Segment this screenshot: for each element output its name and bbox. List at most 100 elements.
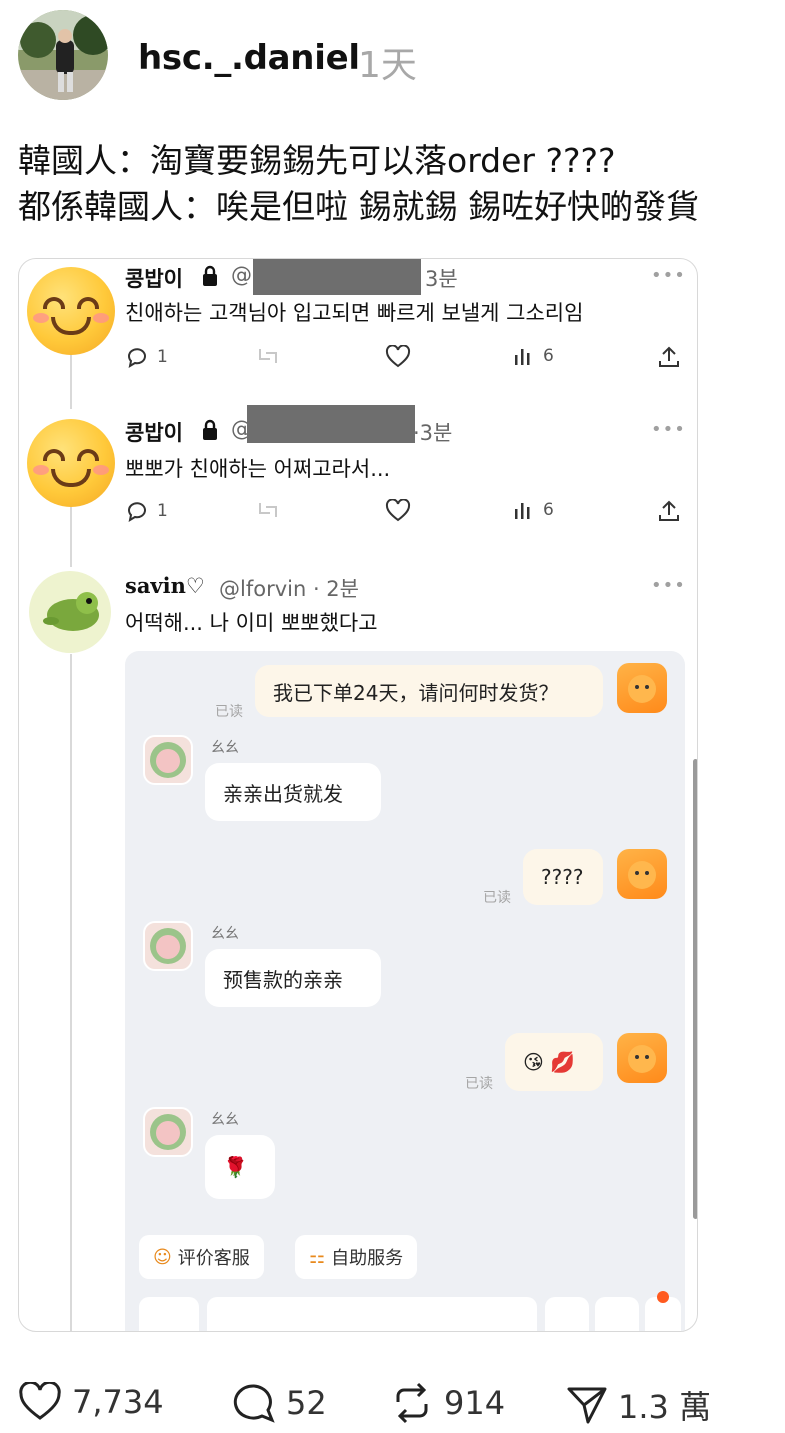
- self-service-chip: ⚏ 自助服务: [295, 1235, 418, 1279]
- chat-bubble-seller: 亲亲出货就发: [205, 763, 381, 821]
- retweet-icon: [259, 503, 277, 517]
- user-avatar: [617, 1033, 667, 1083]
- seller-name: 幺幺: [211, 740, 239, 756]
- share-button[interactable]: [657, 499, 681, 523]
- like-button[interactable]: [385, 345, 411, 369]
- redacted-handle: [253, 259, 421, 295]
- tweet-handle[interactable]: @: [231, 263, 252, 287]
- chat-screenshot: 已读 我已下单24天，请问何时发货？ 幺幺 亲亲出货就发 已读 ???? 幺幺 …: [125, 651, 685, 1331]
- grid-icon: ⚏: [309, 1246, 326, 1268]
- chat-bubble-mine: 😘 💋: [505, 1033, 603, 1091]
- like-button[interactable]: 7,734: [18, 1382, 164, 1422]
- retweet-icon: [259, 349, 277, 363]
- retweet-button[interactable]: [255, 499, 281, 521]
- views-icon: [515, 503, 530, 519]
- rate-service-chip: ☺ 评价客服: [139, 1235, 264, 1279]
- seller-avatar: [143, 735, 193, 785]
- tweet-handle[interactable]: @lforvin · 2분: [219, 573, 359, 603]
- seller-name: 幺幺: [211, 1112, 239, 1128]
- author-avatar[interactable]: [18, 10, 108, 100]
- read-receipt: 已读: [483, 890, 511, 906]
- like-count: 7,734: [72, 1383, 164, 1421]
- more-options-icon[interactable]: •••: [651, 265, 686, 286]
- chat-bubble-seller: 预售款的亲亲: [205, 949, 381, 1007]
- share-count: 1.3 萬: [618, 1388, 712, 1426]
- reply-count: 1: [157, 501, 168, 521]
- redacted-handle: [247, 405, 415, 443]
- reply-icon: [128, 348, 146, 369]
- tweet-text: 어떡해... 나 이미 뽀뽀했다고: [125, 611, 378, 635]
- order-button: [595, 1297, 639, 1331]
- tweet-avatar[interactable]: [27, 267, 115, 355]
- read-receipt: 已读: [215, 704, 243, 720]
- chip-label: 评价客服: [177, 1248, 250, 1269]
- lock-icon: [201, 265, 219, 291]
- share-icon: [659, 500, 679, 521]
- voice-button: [139, 1297, 199, 1331]
- views-button[interactable]: 6: [513, 499, 554, 521]
- more-options-icon[interactable]: •••: [651, 419, 686, 440]
- repost-icon: [396, 1382, 428, 1424]
- view-count: 6: [543, 346, 554, 366]
- chat-bubble-mine: ????: [523, 849, 603, 905]
- tweet-text: 뽀뽀가 친애하는 어쩌고라서...: [125, 457, 391, 481]
- views-icon: [515, 349, 530, 365]
- like-button[interactable]: [385, 499, 411, 523]
- tweet-author-name[interactable]: savin♡: [125, 573, 205, 598]
- tweet-text: 친애하는 고객님아 입고되면 빠르게 보낼게 그소리임: [125, 301, 584, 325]
- smile-icon: ☺: [153, 1246, 172, 1268]
- heart-icon: [385, 499, 411, 522]
- tweet-avatar[interactable]: [27, 419, 115, 507]
- reply-icon: [128, 502, 146, 523]
- views-button[interactable]: 6: [513, 345, 554, 367]
- read-receipt: 已读: [465, 1076, 493, 1092]
- post-text-line: 都係韓國人：唉是但啦 錫就錫 錫咗好快啲發貨: [18, 187, 699, 226]
- seller-avatar: [143, 1107, 193, 1157]
- reply-button[interactable]: 1: [125, 499, 168, 523]
- tweet-actions: 1 6: [125, 499, 685, 529]
- view-count: 6: [543, 500, 554, 520]
- user-avatar: [617, 663, 667, 713]
- send-icon: [567, 1387, 607, 1424]
- notification-dot: [657, 1291, 669, 1303]
- share-icon: [659, 346, 679, 367]
- tweet-author-name[interactable]: 콩밥이: [125, 263, 183, 293]
- seller-avatar: [143, 921, 193, 971]
- heart-icon: [19, 1382, 61, 1420]
- chat-bubble-mine: 我已下单24天，请问何时发货？: [255, 665, 603, 717]
- thread-line: [70, 654, 72, 1331]
- user-avatar: [617, 849, 667, 899]
- chat-text-input: [207, 1297, 537, 1331]
- post-actions: 7,734 52 914 1.3 萬: [18, 1382, 768, 1428]
- chip-label: 自助服务: [331, 1248, 404, 1269]
- retweet-button[interactable]: [255, 345, 281, 367]
- post-text-line: 韓國人：淘寶要錫錫先可以落order ????: [18, 141, 616, 180]
- tweet-author-name[interactable]: 콩밥이: [125, 417, 183, 447]
- share-button[interactable]: 1.3 萬: [566, 1382, 711, 1428]
- post-time: 1天: [358, 45, 417, 86]
- thread-line: [70, 354, 72, 409]
- emoji-button: [545, 1297, 589, 1331]
- comment-icon: [233, 1384, 275, 1423]
- post-text: 韓國人：淘寶要錫錫先可以落order ???? 都係韓國人：唉是但啦 錫就錫 錫…: [18, 138, 778, 230]
- author-username[interactable]: hsc._.daniel: [138, 38, 360, 78]
- tweet-avatar[interactable]: [29, 571, 111, 653]
- heart-icon: [385, 345, 411, 368]
- chat-bubble-seller: 🌹: [205, 1135, 275, 1199]
- scrollbar[interactable]: [693, 759, 697, 1219]
- comment-button[interactable]: 52: [232, 1382, 327, 1424]
- thread-line: [70, 507, 72, 567]
- reply-button[interactable]: 1: [125, 345, 168, 369]
- tweet-actions: 1 6: [125, 345, 685, 375]
- tweet-time: ·3분: [413, 421, 453, 445]
- share-button[interactable]: [657, 345, 681, 369]
- comment-count: 52: [286, 1384, 327, 1422]
- more-options-icon[interactable]: •••: [651, 575, 686, 596]
- lock-icon: [201, 419, 219, 445]
- reply-count: 1: [157, 347, 168, 367]
- tweet-time: 3분: [425, 267, 458, 291]
- post-image[interactable]: 콩밥이 @ 3분 ••• 친애하는 고객님아 입고되면 빠르게 보낼게 그소리임…: [18, 258, 698, 1332]
- seller-name: 幺幺: [211, 926, 239, 942]
- repost-button[interactable]: 914: [390, 1382, 505, 1424]
- repost-count: 914: [444, 1384, 506, 1422]
